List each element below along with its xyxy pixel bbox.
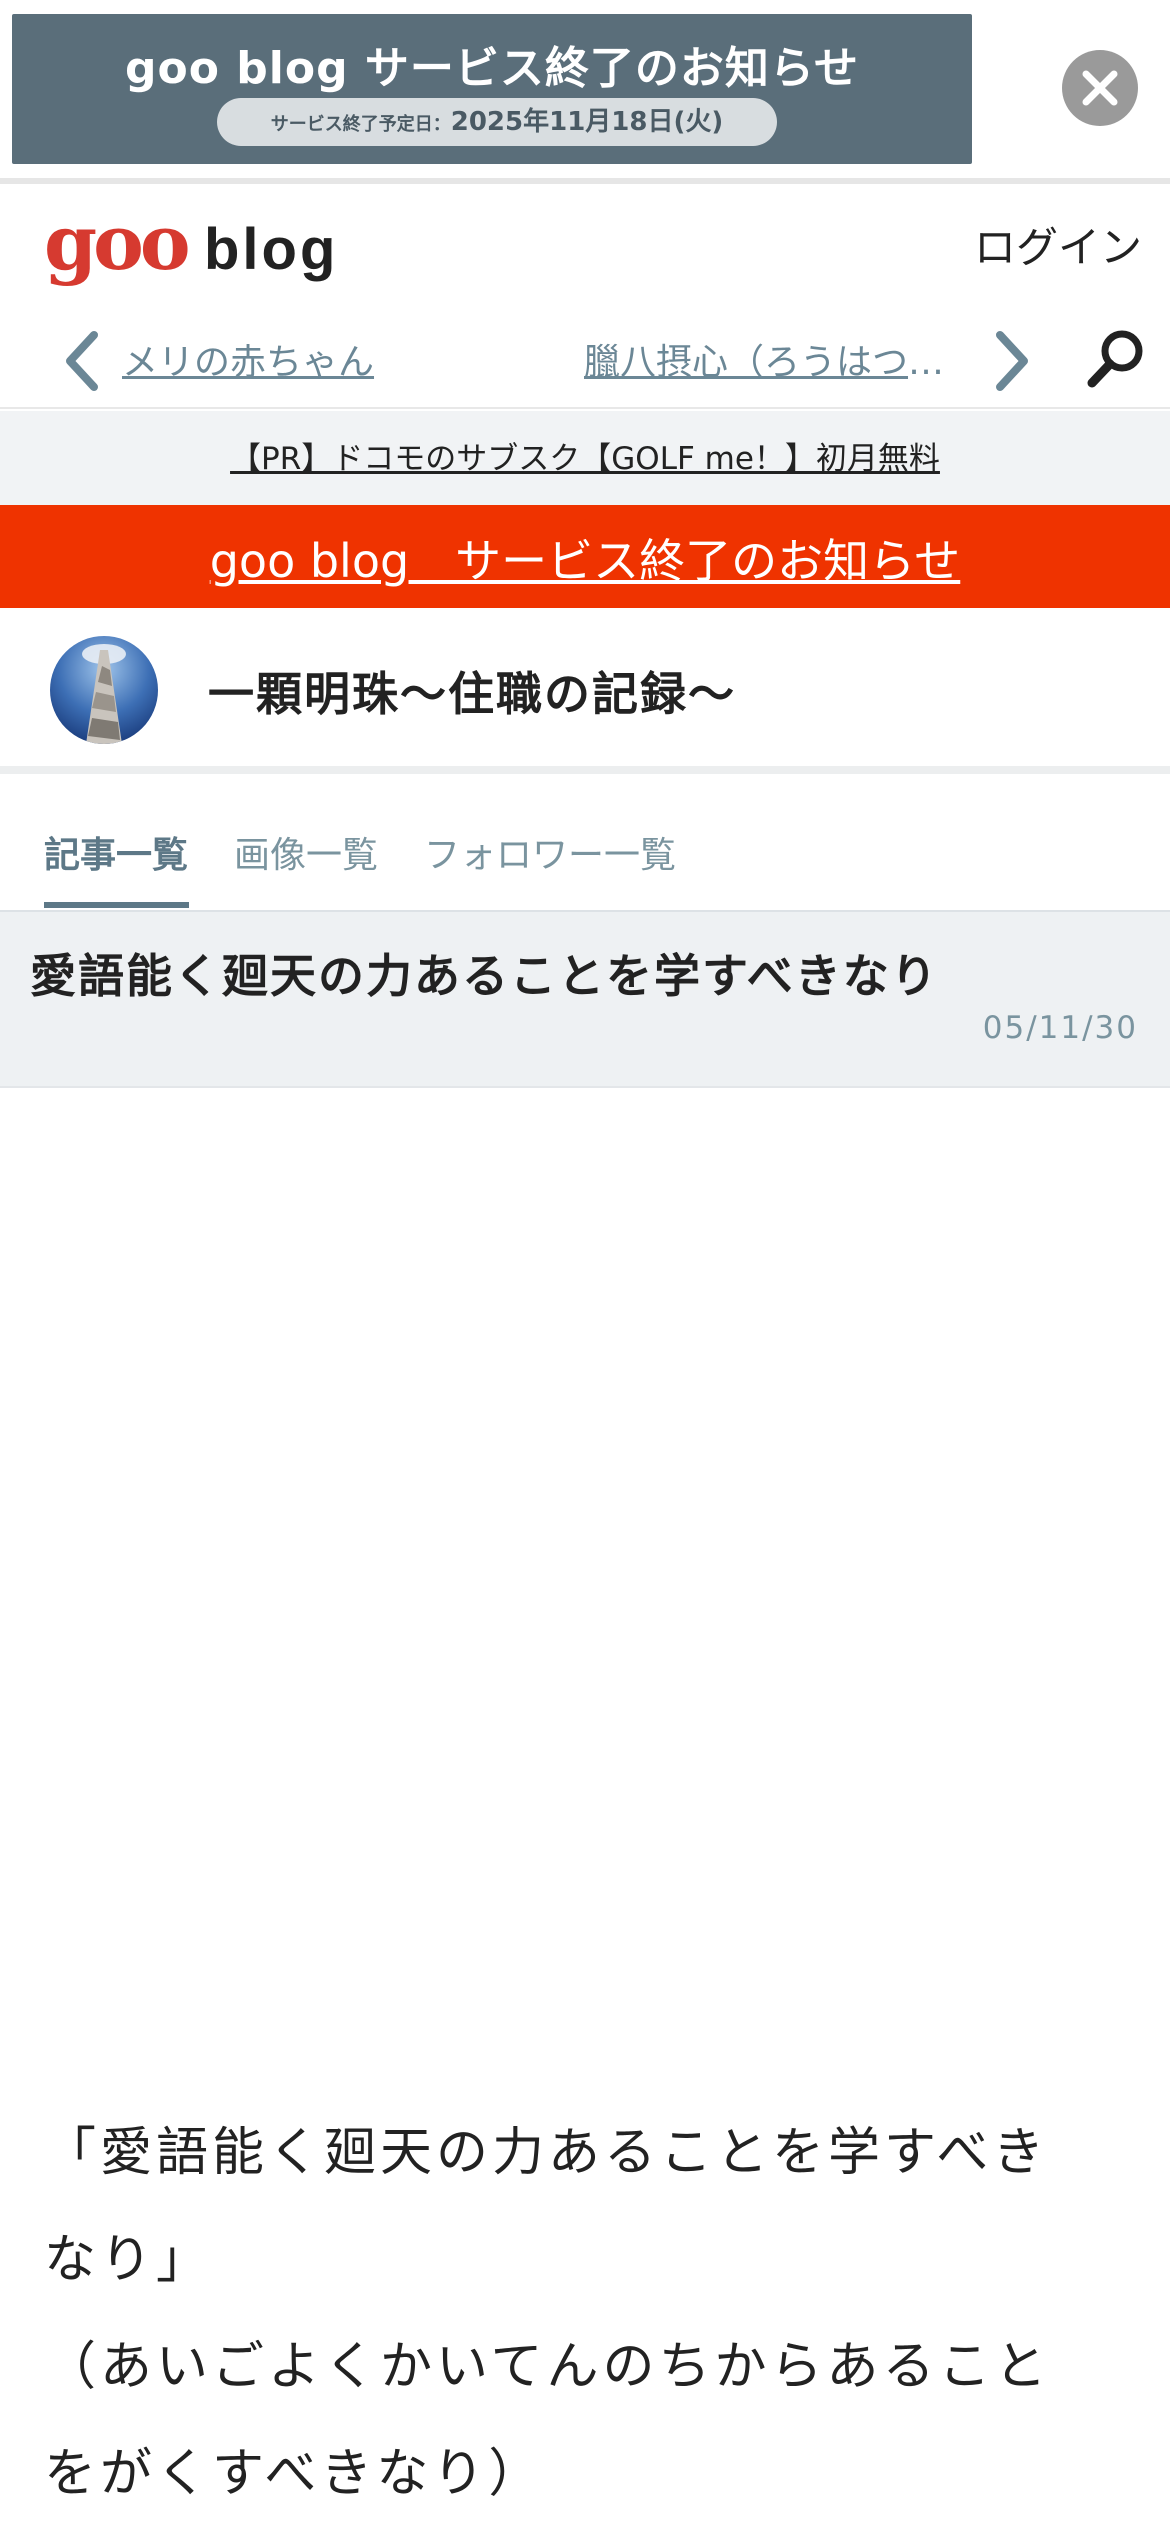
service-end-notice-link[interactable]: goo blog サービス終了のお知らせ: [210, 525, 961, 591]
body-line: をがくすべきなり）: [44, 2444, 545, 2504]
article-header: 愛語能く廻天の力あることを学すべきなり 05/11/30: [0, 912, 1170, 1088]
body-line: （あいごよくかいてんのちからあること: [44, 2337, 1051, 2397]
pr-bar: 【PR】ドコモのサブスク【GOLF me！】初月無料: [0, 411, 1170, 505]
blog-title[interactable]: 一顆明珠～住職の記録～: [208, 658, 736, 724]
avatar[interactable]: [50, 636, 158, 744]
tab-followers[interactable]: フォロワー一覧: [424, 826, 676, 878]
article-body: 「愛語能く廻天の力あることを学すべき なり」 （あいごよくかいてんのちからあるこ…: [44, 2100, 1134, 2528]
article-nav: メリの赤ちゃん 臘八摂心（ろうはつせっしん）: [0, 309, 1170, 409]
logo-goo-text: goo: [44, 198, 191, 287]
prev-article-link[interactable]: メリの赤ちゃん: [122, 333, 374, 385]
chevron-left-icon[interactable]: [60, 329, 104, 393]
banner-date: 2025年11月18日(火): [450, 107, 724, 137]
site-header: goo blog ログイン: [0, 184, 1170, 309]
blog-header-card: 一顆明珠～住職の記録～: [0, 608, 1170, 774]
article-title: 愛語能く廻天の力あることを学すべきなり: [30, 949, 939, 1003]
article-date: 05/11/30: [982, 1010, 1138, 1046]
tab-images[interactable]: 画像一覧: [234, 826, 378, 878]
body-line: なり」: [44, 2230, 213, 2290]
banner-title: goo blog サービス終了のお知らせ: [124, 43, 859, 94]
tab-articles[interactable]: 記事一覧: [44, 826, 188, 878]
active-tab-indicator: [44, 902, 189, 908]
close-banner-button[interactable]: [1062, 50, 1138, 126]
service-end-notice: goo blog サービス終了のお知らせ: [0, 505, 1170, 608]
next-article-link[interactable]: 臘八摂心（ろうはつせっしん）: [584, 333, 954, 385]
promo-banner-area: goo blog サービス終了のお知らせ サービス終了予定日：2025年11月1…: [0, 0, 1170, 184]
close-icon: [1082, 70, 1118, 106]
banner-date-label: サービス終了予定日：: [270, 114, 451, 135]
logo-blog-text: blog: [204, 217, 339, 282]
login-link[interactable]: ログイン: [974, 214, 1142, 275]
body-line: 「愛語能く廻天の力あることを学すべき: [44, 2123, 1049, 2183]
chevron-right-icon[interactable]: [990, 329, 1034, 393]
blog-tabs: 記事一覧 画像一覧 フォロワー一覧: [0, 790, 1170, 912]
pr-link[interactable]: 【PR】ドコモのサブスク【GOLF me！】初月無料: [230, 433, 940, 478]
service-end-banner[interactable]: goo blog サービス終了のお知らせ サービス終了予定日：2025年11月1…: [12, 14, 972, 164]
banner-date-pill: サービス終了予定日：2025年11月18日(火): [217, 98, 777, 146]
avatar-image: [50, 636, 158, 744]
search-icon[interactable]: [1084, 327, 1148, 391]
